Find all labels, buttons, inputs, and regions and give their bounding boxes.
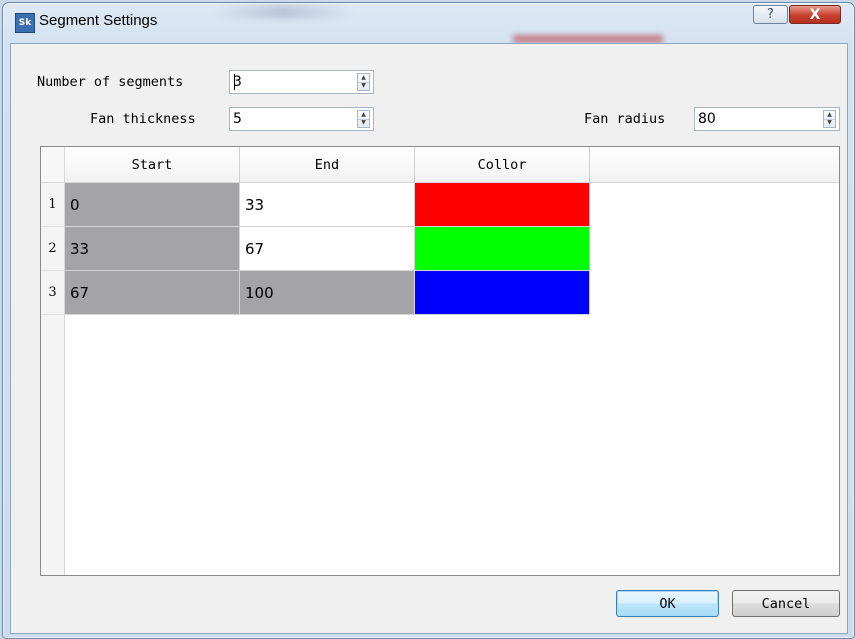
segment-settings-dialog: Sk Segment Settings ? X Number of segmen… xyxy=(2,2,855,639)
text-caret xyxy=(234,74,235,90)
table-corner[interactable] xyxy=(41,147,65,183)
row-header-filler xyxy=(41,315,65,575)
close-button[interactable]: X xyxy=(789,5,841,24)
row-header[interactable]: 2 xyxy=(41,227,65,271)
segments-label: Number of segments xyxy=(37,74,184,90)
color-cell[interactable] xyxy=(415,227,590,271)
segments-stepper[interactable]: ▲ ▼ xyxy=(357,73,370,91)
window-title: Segment Settings xyxy=(39,12,158,29)
segments-spinbox[interactable]: 3 ▲ ▼ xyxy=(229,70,374,94)
thickness-value: 5 xyxy=(233,111,242,127)
end-cell[interactable]: 100 xyxy=(240,271,415,315)
radius-value: 80 xyxy=(698,111,716,127)
dialog-body: Number of segments 3 ▲ ▼ Fan thickness 5… xyxy=(10,43,848,634)
cancel-button[interactable]: Cancel xyxy=(732,590,840,617)
background-blur-red xyxy=(513,35,663,43)
end-cell[interactable]: 33 xyxy=(240,183,415,227)
arrow-down-icon[interactable]: ▼ xyxy=(358,82,369,90)
thickness-label: Fan thickness xyxy=(90,111,196,127)
color-cell[interactable] xyxy=(415,183,590,227)
row-header[interactable]: 3 xyxy=(41,271,65,315)
background-blur xyxy=(213,5,353,19)
column-header-start[interactable]: Start xyxy=(65,147,240,183)
ok-button[interactable]: OK xyxy=(616,590,719,617)
row-header[interactable]: 1 xyxy=(41,183,65,227)
start-cell[interactable]: 0 xyxy=(65,183,240,227)
arrow-down-icon[interactable]: ▼ xyxy=(824,119,835,127)
color-cell[interactable] xyxy=(415,271,590,315)
end-cell[interactable]: 67 xyxy=(240,227,415,271)
column-header-end[interactable]: End xyxy=(240,147,415,183)
column-header-color[interactable]: Collor xyxy=(415,147,590,183)
app-icon: Sk xyxy=(15,13,35,33)
start-cell[interactable]: 33 xyxy=(65,227,240,271)
arrow-down-icon[interactable]: ▼ xyxy=(358,119,369,127)
radius-spinbox[interactable]: 80 ▲ ▼ xyxy=(694,107,840,131)
thickness-stepper[interactable]: ▲ ▼ xyxy=(357,110,370,128)
thickness-spinbox[interactable]: 5 ▲ ▼ xyxy=(229,107,374,131)
radius-stepper[interactable]: ▲ ▼ xyxy=(823,110,836,128)
header-filler xyxy=(590,147,839,183)
radius-label: Fan radius xyxy=(584,111,666,127)
segments-table[interactable]: Start End Collor 1 0 33 2 33 67 3 67 100 xyxy=(40,146,840,576)
help-button[interactable]: ? xyxy=(753,5,788,24)
start-cell[interactable]: 67 xyxy=(65,271,240,315)
title-bar[interactable]: Sk Segment Settings ? X xyxy=(3,3,854,43)
